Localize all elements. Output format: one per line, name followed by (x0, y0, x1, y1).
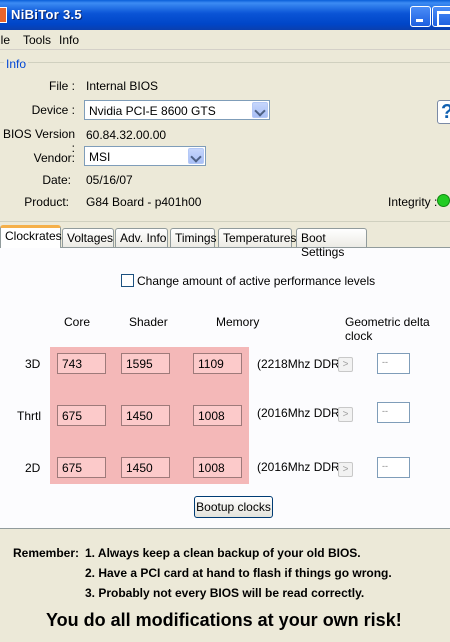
menu-file[interactable]: ile (0, 33, 10, 47)
tab-temperatures[interactable]: Temperatures (218, 228, 296, 247)
minimize-button[interactable] (410, 6, 431, 27)
window-title: NiBiTor 3.5 (11, 7, 82, 22)
row-label-2d: 2D (25, 461, 41, 475)
memory-column-header: Memory (216, 315, 260, 329)
ddr-2d-value: (2016Mhz DDR) (257, 460, 344, 474)
row-label-3d: 3D (25, 357, 41, 371)
tab-voltages[interactable]: Voltages (62, 228, 114, 247)
shader-3d-input[interactable]: 1595 (121, 353, 170, 374)
vendor-select[interactable]: MSI (84, 146, 206, 166)
tab-timings[interactable]: Timings (170, 228, 217, 247)
product-label: Product: (24, 195, 69, 209)
row-label-thrtl: Thrtl (17, 409, 41, 423)
warning-line-1: 1. Always keep a clean backup of your ol… (85, 546, 361, 560)
core-3d-input[interactable]: 743 (57, 353, 106, 374)
device-label: Device : (31, 103, 75, 117)
product-value: G84 Board - p401h00 (86, 195, 202, 209)
integrity-label: Integrity : (388, 195, 438, 209)
arrow-right-icon[interactable]: > (338, 357, 353, 372)
shader-2d-input[interactable]: 1450 (121, 457, 170, 478)
core-2d-input[interactable]: 675 (57, 457, 106, 478)
integrity-status-icon (437, 194, 450, 207)
warning-line-2: 2. Have a PCI card at hand to flash if t… (85, 566, 392, 580)
memory-thrtl-input[interactable]: 1008 (193, 405, 242, 426)
risk-warning: You do all modifications at your own ris… (46, 610, 402, 630)
file-value: Internal BIOS (86, 79, 159, 93)
device-select[interactable]: Nvidia PCI-E 8600 GTS (84, 100, 270, 120)
shader-thrtl-input[interactable]: 1450 (121, 405, 170, 426)
file-label: File : (48, 79, 75, 93)
delta-2d-input[interactable]: -- (377, 457, 410, 478)
ddr-thrtl-value: (2016Mhz DDR) (257, 406, 344, 420)
date-value: 05/16/07 (86, 173, 133, 187)
memory-3d-input[interactable]: 1109 (193, 353, 242, 374)
arrow-right-icon[interactable]: > (338, 407, 353, 422)
shader-column-header: Shader (129, 315, 168, 329)
device-select-value: Nvidia PCI-E 8600 GTS (89, 104, 216, 118)
remember-label: Remember: (13, 546, 80, 560)
delta-3d-input[interactable]: -- (377, 353, 410, 374)
active-levels-label: Change amount of active performance leve… (137, 274, 376, 288)
menu-info[interactable]: Info (59, 33, 79, 47)
menu-tools[interactable]: Tools (23, 33, 51, 47)
tab-clockrates[interactable]: Clockrates (0, 225, 62, 248)
menu-bar: ile Tools Info (0, 30, 450, 50)
help-icon[interactable]: ? (437, 100, 450, 124)
date-label: Date: (42, 173, 71, 187)
maximize-button[interactable] (432, 6, 450, 27)
ddr-3d-value: (2218Mhz DDR) (257, 357, 344, 371)
active-levels-checkbox[interactable] (121, 274, 134, 287)
core-thrtl-input[interactable]: 675 (57, 405, 106, 426)
bootup-clocks-button[interactable]: Bootup clocks (194, 496, 273, 518)
vendor-select-value: MSI (89, 150, 111, 164)
title-bar: NiBiTor 3.5 (0, 0, 450, 30)
app-icon (0, 7, 7, 23)
geometric-delta-header: Geometric delta clock (345, 315, 430, 343)
chevron-down-icon[interactable] (252, 102, 268, 118)
warning-line-3: 3. Probably not every BIOS will be read … (85, 586, 365, 600)
vendor-label: Vendor: (33, 151, 75, 165)
delta-thrtl-input[interactable]: -- (377, 402, 410, 423)
tab-adv-info[interactable]: Adv. Info (115, 228, 168, 247)
core-column-header: Core (64, 315, 91, 329)
bios-version-value: 60.84.32.00.00 (86, 128, 167, 142)
memory-2d-input[interactable]: 1008 (193, 457, 242, 478)
tab-boot-settings[interactable]: Boot Settings (296, 228, 367, 259)
info-group-legend: Info (4, 57, 29, 71)
arrow-right-icon[interactable]: > (338, 462, 353, 477)
chevron-down-icon[interactable] (188, 148, 204, 164)
